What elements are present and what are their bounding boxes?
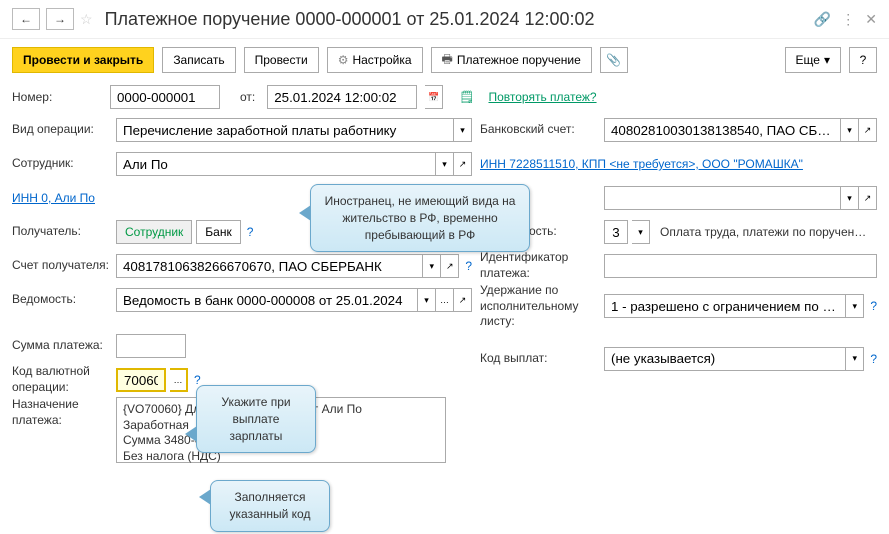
op-type-input[interactable] <box>116 118 454 142</box>
printer-icon: 🖶 <box>442 50 453 71</box>
employee-input[interactable] <box>116 152 436 176</box>
article-input[interactable] <box>604 186 841 210</box>
bank-acc-input[interactable] <box>604 118 841 142</box>
window-title: Платежное поручение 0000-000001 от 25.01… <box>105 9 808 30</box>
vedomost-more[interactable]: … <box>436 288 454 312</box>
bank-acc-open[interactable]: ↗ <box>859 118 877 142</box>
withholding-help[interactable]: ? <box>870 299 877 313</box>
attachment-button[interactable]: 📎 <box>600 47 628 73</box>
pay-id-label: Идентификатор платежа: <box>480 250 600 281</box>
employee-dropdown[interactable]: ▾ <box>436 152 454 176</box>
withholding-label: Удержание по исполнительному листу: <box>480 283 600 330</box>
employee-open[interactable]: ↗ <box>454 152 472 176</box>
chevron-down-icon: ▾ <box>824 53 830 67</box>
inn-link[interactable]: ИНН 0, Али По <box>12 191 95 205</box>
schedule-icon[interactable]: 🗒 <box>459 90 474 104</box>
back-button[interactable]: ← <box>12 8 40 30</box>
bank-acc-dropdown[interactable]: ▾ <box>841 118 859 142</box>
callout-code-filled: Заполняется указанный код <box>210 480 330 532</box>
purpose-label: Назначение платежа: <box>12 397 112 428</box>
number-input[interactable] <box>110 85 220 109</box>
submit-button[interactable]: Провести <box>244 47 319 73</box>
recipient-label: Получатель: <box>12 224 112 240</box>
vedomost-label: Ведомость: <box>12 292 112 308</box>
paycode-label: Код выплат: <box>480 351 600 367</box>
number-label: Номер: <box>12 90 102 104</box>
forward-button[interactable]: → <box>46 8 74 30</box>
star-icon[interactable]: ☆ <box>80 11 93 28</box>
op-type-dropdown[interactable]: ▾ <box>454 118 472 142</box>
article-dropdown[interactable]: ▾ <box>841 186 859 210</box>
bank-acc-label: Банковский счет: <box>480 122 600 138</box>
withholding-input[interactable] <box>604 294 846 318</box>
rec-acc-input[interactable] <box>116 254 423 278</box>
vedomost-input[interactable] <box>116 288 418 312</box>
priority-desc: Оплата труда, платежи по поручен… <box>660 225 877 239</box>
recipient-tab-employee[interactable]: Сотрудник <box>116 220 192 244</box>
link-icon[interactable]: 🔗 <box>814 11 831 28</box>
recipient-help[interactable]: ? <box>247 225 254 239</box>
settings-button[interactable]: ⚙Настройка <box>327 47 423 73</box>
employee-label: Сотрудник: <box>12 156 112 172</box>
gear-icon: ⚙ <box>338 53 349 67</box>
pay-id-input[interactable] <box>604 254 877 278</box>
more-button[interactable]: Еще ▾ <box>785 47 841 73</box>
rec-acc-open[interactable]: ↗ <box>441 254 459 278</box>
date-label: от: <box>240 90 255 104</box>
save-button[interactable]: Записать <box>162 47 235 73</box>
submit-close-button[interactable]: Провести и закрыть <box>12 47 154 73</box>
priority-input[interactable] <box>604 220 628 244</box>
vedomost-dropdown[interactable]: ▾ <box>418 288 436 312</box>
help-button[interactable]: ? <box>849 47 877 73</box>
rec-acc-label: Счет получателя: <box>12 258 112 274</box>
cur-code-input[interactable] <box>116 368 166 392</box>
article-open[interactable]: ↗ <box>859 186 877 210</box>
callout-specify: Укажите при выплате зарплаты <box>196 385 316 453</box>
date-input[interactable] <box>267 85 417 109</box>
sum-label: Сумма платежа: <box>12 338 112 354</box>
op-type-label: Вид операции: <box>12 122 112 138</box>
paycode-dropdown[interactable]: ▾ <box>846 347 864 371</box>
paycode-help[interactable]: ? <box>870 352 877 366</box>
close-icon[interactable]: ✕ <box>865 11 877 28</box>
repeat-link[interactable]: Повторять платеж? <box>488 90 596 104</box>
vedomost-open[interactable]: ↗ <box>454 288 472 312</box>
print-button[interactable]: 🖶Платежное поручение <box>431 47 592 73</box>
kebab-icon[interactable]: ⋮ <box>841 11 855 28</box>
cur-code-label: Код валютной операции: <box>12 364 112 395</box>
rec-acc-help[interactable]: ? <box>465 259 472 273</box>
withholding-dropdown[interactable]: ▾ <box>846 294 864 318</box>
rec-acc-dropdown[interactable]: ▾ <box>423 254 441 278</box>
cur-code-more[interactable]: … <box>170 368 188 392</box>
sum-input[interactable] <box>116 334 186 358</box>
org-inn-link[interactable]: ИНН 7228511510, КПП <не требуется>, ООО … <box>480 157 803 171</box>
paycode-input[interactable] <box>604 347 846 371</box>
calendar-button[interactable]: 📅 <box>425 85 443 109</box>
recipient-tab-bank[interactable]: Банк <box>196 220 240 244</box>
callout-foreigner: Иностранец, не имеющий вида на жительств… <box>310 184 530 252</box>
priority-dropdown[interactable]: ▾ <box>632 220 650 244</box>
